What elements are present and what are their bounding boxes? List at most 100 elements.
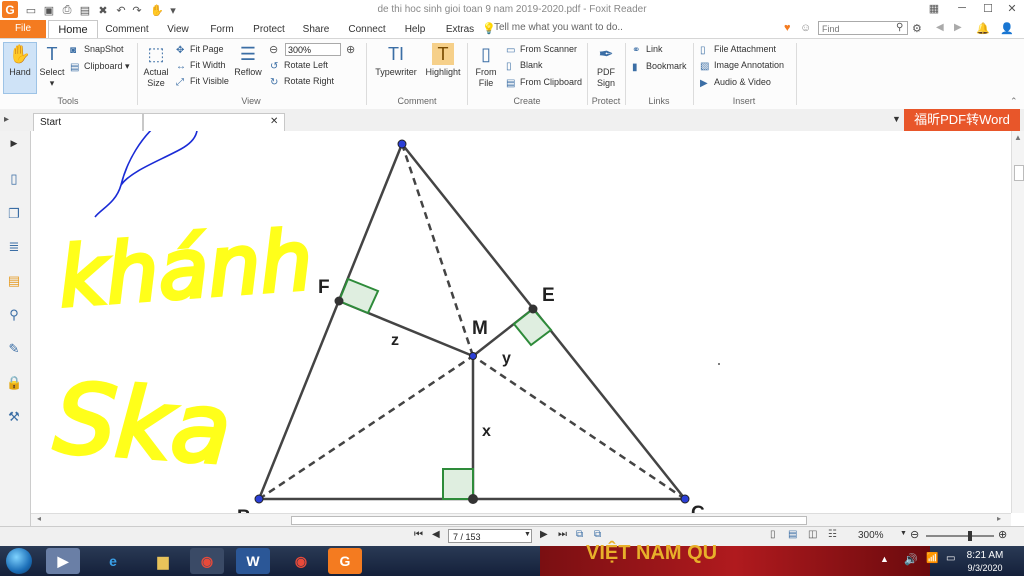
zoom-out-icon[interactable]: ⊖ (269, 43, 278, 56)
fit-width-button[interactable]: ↔ Fit Width (176, 60, 226, 72)
continuous-facing-icon[interactable]: ☷ (828, 529, 837, 540)
scroll-left-icon[interactable]: ◂ (37, 514, 41, 523)
previous-view-icon[interactable]: ⧉ (576, 529, 583, 540)
fit-visible-button[interactable]: ⤢ Fit Visible (176, 76, 229, 88)
rotate-right-button[interactable]: ↻ Rotate Right (270, 76, 334, 88)
next-page-icon[interactable]: ▶ (540, 529, 548, 540)
file-explorer-taskbar-icon[interactable]: ▆ (146, 548, 180, 574)
collapse-ribbon-icon[interactable]: ⌃ (1010, 96, 1018, 107)
snapshot-button[interactable]: ◙ SnapShot (70, 44, 124, 56)
from-scanner-button[interactable]: ▭ From Scanner (506, 44, 577, 56)
search-icon[interactable]: ⚲ (896, 22, 903, 33)
layers-panel-icon[interactable]: ≣ (6, 239, 22, 255)
zoom-slider-track[interactable] (926, 535, 994, 537)
from-file-button[interactable]: ▯ From File (472, 43, 500, 89)
zoom-level[interactable]: 300% (858, 530, 884, 541)
network-icon[interactable]: 📶 (926, 553, 938, 564)
media-player-taskbar-icon[interactable]: ▶ (46, 548, 80, 574)
user-icon[interactable]: 👤 (1000, 22, 1014, 35)
security-lock-icon[interactable]: 🔒 (6, 375, 22, 391)
zoom-in-status-icon[interactable]: ⊕ (998, 528, 1007, 541)
comments-panel-icon[interactable]: ▤ (6, 273, 22, 289)
last-page-icon[interactable]: ⏭ (558, 529, 567, 540)
horizontal-scroll-thumb[interactable] (291, 516, 807, 525)
start-button[interactable] (6, 548, 32, 574)
chrome-profile-taskbar-icon[interactable]: ◉ (284, 548, 318, 574)
internet-explorer-taskbar-icon[interactable]: e (96, 548, 130, 574)
previous-page-icon[interactable]: ◀ (432, 529, 440, 540)
document-view[interactable]: F E M z y x B C khánh Ska (31, 131, 1011, 513)
find-input[interactable]: Find (818, 21, 908, 35)
back-icon[interactable]: ◀ (936, 22, 944, 33)
continuous-page-icon[interactable]: ▤ (788, 529, 797, 540)
first-page-icon[interactable]: ⏮ (414, 529, 423, 540)
expand-panel-icon[interactable]: ▶ (6, 135, 22, 151)
close-tab-icon[interactable]: ✕ (270, 116, 278, 127)
show-hidden-icons-icon[interactable]: ▲ (880, 554, 889, 564)
link-button[interactable]: ⚭ Link (632, 44, 663, 56)
zoom-dropdown-icon[interactable]: ▼ (900, 530, 907, 537)
maximize-button[interactable]: ☐ (980, 2, 996, 16)
scroll-up-icon[interactable]: ▲ (1014, 133, 1022, 142)
typewriter-button[interactable]: TI Typewriter (372, 43, 420, 78)
from-clipboard-button[interactable]: ▤ From Clipboard (506, 77, 582, 89)
vertical-scroll-thumb[interactable] (1014, 165, 1024, 181)
tab-extras[interactable]: Extras (438, 22, 482, 38)
word-taskbar-icon[interactable]: W (236, 548, 270, 574)
tab-view[interactable]: View (158, 22, 198, 38)
vertical-scrollbar[interactable]: ▲ (1011, 131, 1024, 513)
actual-size-button[interactable]: ⬚ Actual Size (140, 43, 172, 89)
tab-form[interactable]: Form (202, 22, 242, 38)
notification-bell-icon[interactable]: 🔔 (976, 22, 990, 35)
ribbon-options-icon[interactable]: ▦ (926, 2, 942, 16)
horizontal-scrollbar[interactable]: ◂ ▸ (31, 513, 1011, 526)
close-button[interactable]: ✕ (1004, 2, 1020, 16)
volume-icon[interactable]: 🔊 (904, 553, 918, 566)
skin-icon[interactable]: ☺ (800, 22, 811, 34)
tab-help[interactable]: Help (398, 22, 432, 38)
zoom-in-icon[interactable]: ⊕ (346, 43, 355, 56)
signature-panel-icon[interactable]: ✎ (6, 341, 22, 357)
pdf-sign-button[interactable]: ✒ PDF Sign (590, 43, 622, 89)
clipboard-button[interactable]: ▤ Clipboard ▾ (70, 61, 130, 73)
forward-icon[interactable]: ▶ (954, 22, 962, 33)
bookmarks-panel-icon[interactable]: ▯ (6, 171, 22, 187)
foxit-taskbar-icon[interactable]: G (328, 548, 362, 574)
select-button[interactable]: T Select ▾ (36, 43, 68, 89)
scroll-right-icon[interactable]: ▸ (997, 514, 1001, 523)
settings-icon[interactable]: ⚙ (912, 22, 922, 35)
tell-me-search[interactable]: Tell me what you want to do.. (494, 22, 623, 33)
chrome-taskbar-icon[interactable]: ◉ (190, 548, 224, 574)
highlight-button[interactable]: T Highlight (422, 43, 464, 78)
audio-video-button[interactable]: ▶ Audio & Video (700, 77, 771, 89)
next-view-icon[interactable]: ⧉ (594, 529, 601, 540)
battery-icon[interactable]: ▭ (946, 553, 955, 564)
hand-button[interactable]: ✋ Hand (3, 42, 37, 94)
reflow-button[interactable]: ☰ Reflow (232, 43, 264, 78)
page-number-field[interactable]: 7 / 153 (448, 529, 532, 543)
tab-connect[interactable]: Connect (342, 22, 392, 38)
tab-file[interactable]: File (0, 20, 46, 38)
pages-panel-icon[interactable]: ❐ (6, 206, 22, 222)
clock-time[interactable]: 8:21 AM (962, 550, 1008, 561)
bookmark-button[interactable]: ▮ Bookmark (632, 61, 687, 73)
zoom-slider-thumb[interactable] (968, 531, 972, 541)
tab-dropdown-icon[interactable]: ▼ (892, 114, 901, 124)
blank-button[interactable]: ▯ Blank (506, 60, 543, 72)
attachments-panel-icon[interactable]: ⚲ (6, 307, 22, 323)
rotate-left-button[interactable]: ↺ Rotate Left (270, 60, 328, 72)
clock-date[interactable]: 9/3/2020 (962, 563, 1008, 573)
single-page-icon[interactable]: ▯ (770, 529, 776, 540)
zoom-out-status-icon[interactable]: ⊖ (910, 528, 919, 541)
image-annotation-button[interactable]: ▧ Image Annotation (700, 60, 784, 72)
facing-page-icon[interactable]: ◫ (808, 529, 817, 540)
fit-page-button[interactable]: ✥ Fit Page (176, 44, 224, 56)
minimize-button[interactable]: ─ (954, 2, 970, 16)
file-attachment-button[interactable]: ▯ File Attachment (700, 44, 776, 56)
tab-list-icon[interactable]: ▸ (4, 114, 9, 125)
tab-share[interactable]: Share (296, 22, 336, 38)
tab-protect[interactable]: Protect (246, 22, 292, 38)
tab-comment[interactable]: Comment (100, 22, 154, 38)
heart-icon[interactable]: ♥ (784, 22, 791, 34)
tab-home[interactable]: Home (48, 20, 98, 39)
